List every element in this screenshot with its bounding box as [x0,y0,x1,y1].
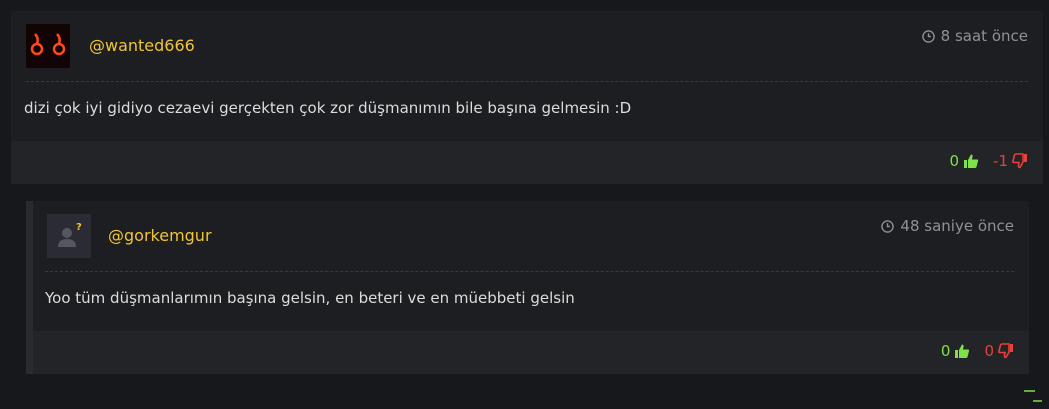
thumbs-down-icon [998,343,1013,359]
comment-footer: 0 0 [33,331,1029,374]
thumbs-down-icon [1012,153,1027,169]
dislike-count: 0 [984,342,994,360]
timestamp: 8 saat önce [921,27,1028,45]
like-button[interactable]: 0 [941,342,971,360]
comment-text: Yoo tüm düşmanlarımın başına gelsin, en … [45,289,575,307]
svg-text:?: ? [76,222,82,233]
vote-group: 0 0 [941,342,1014,360]
comment-text: dizi çok iyi gidiyo cezaevi gerçekten ço… [24,99,632,117]
clock-icon [921,29,935,43]
comment-footer: 0 -1 [11,141,1043,184]
thumbs-up-icon [964,154,979,168]
username-link[interactable]: @wanted666 [89,36,195,55]
divider [26,81,1028,82]
timestamp: 48 saniye önce [881,217,1014,235]
dislike-button[interactable]: -1 [993,152,1028,170]
user-avatar[interactable] [26,24,70,68]
vote-group: 0 -1 [949,152,1028,170]
demon-eyes-icon [26,24,70,68]
like-button[interactable]: 0 [949,152,979,170]
reply-card: ? @gorkemgur 48 saniye önce Yoo tüm düşm… [26,201,1029,374]
comment-card: @wanted666 8 saat önce dizi çok iyi gidi… [11,11,1043,184]
like-count: 0 [940,342,951,360]
terminal-cursor-icon [1024,390,1042,402]
divider [45,271,1014,272]
like-count: 0 [949,152,960,170]
username-link[interactable]: @gorkemgur [108,226,212,245]
default-user-icon: ? [47,214,91,258]
user-avatar[interactable]: ? [47,214,91,258]
dislike-button[interactable]: 0 [984,342,1014,360]
clock-icon [881,219,895,233]
timestamp-text: 8 saat önce [940,27,1028,45]
thumbs-up-icon [955,344,970,358]
dislike-count: -1 [993,152,1008,170]
timestamp-text: 48 saniye önce [900,217,1014,235]
